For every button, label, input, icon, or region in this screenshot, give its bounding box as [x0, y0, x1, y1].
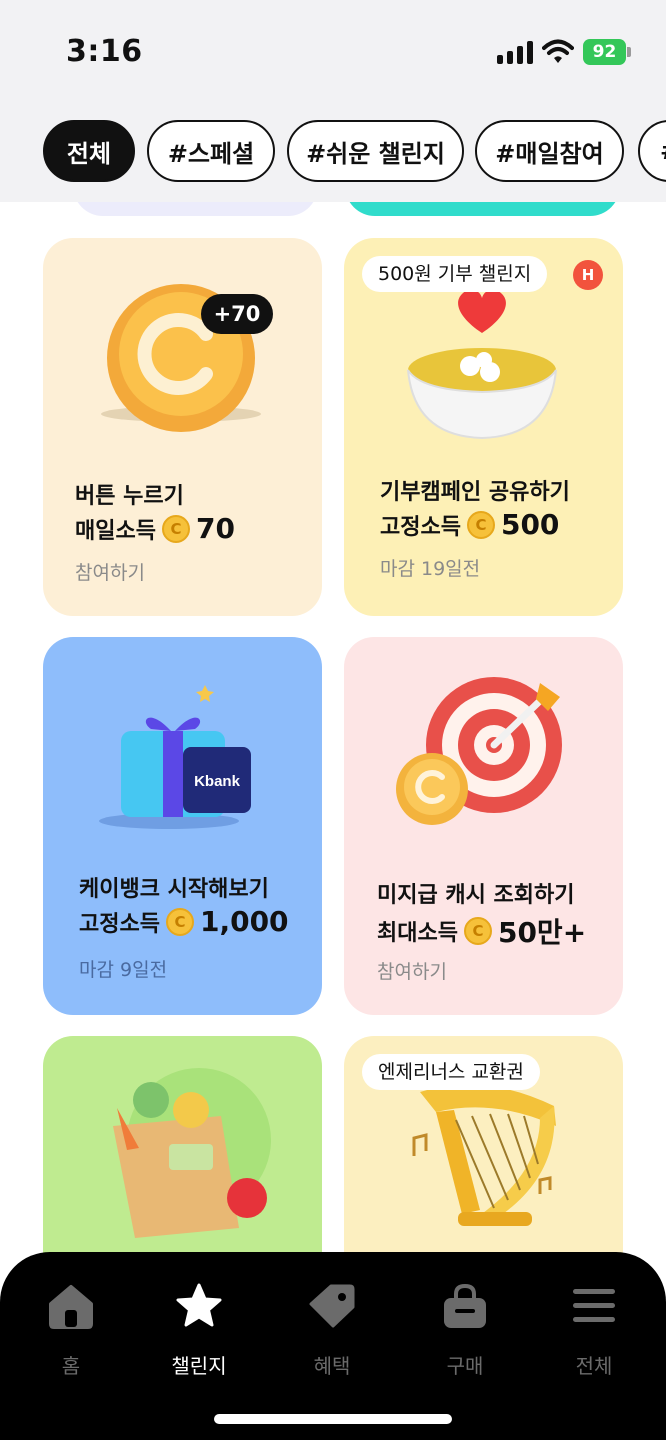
filter-chip-all[interactable]: 전체	[43, 120, 135, 182]
income-amount: 500	[500, 508, 560, 541]
card-income: 고정소득 C 500	[380, 508, 559, 541]
nav-item-benefit[interactable]: 혜택	[277, 1282, 387, 1382]
gift-box-icon: Kbank	[99, 685, 251, 829]
hot-badge: H	[573, 260, 603, 290]
battery-icon: 92	[583, 39, 631, 65]
card-title: 기부캠페인 공유하기	[380, 480, 570, 505]
filter-chip-easy-challenge[interactable]: #쉬운 챌린지	[287, 120, 464, 182]
grocery-bag-icon	[113, 1068, 271, 1238]
card-status: 마감 9일전	[79, 959, 168, 981]
home-indicator[interactable]	[214, 1414, 452, 1424]
reward-badge: +70	[201, 294, 273, 334]
cellular-signal-icon	[497, 40, 533, 64]
nav-label: 구매	[446, 1354, 484, 1378]
wifi-icon	[542, 38, 574, 66]
card-status: 참여하기	[75, 562, 145, 584]
nav-label: 혜택	[313, 1354, 351, 1378]
income-amount: 70	[195, 512, 235, 545]
income-amount: 50만+	[497, 916, 587, 949]
status-time: 3:16	[66, 34, 143, 69]
cash-coin-icon: C	[165, 907, 194, 936]
card-title: 미지급 캐시 조회하기	[377, 883, 575, 908]
income-label: 최대소득	[377, 921, 458, 946]
card-status: 참여하기	[377, 961, 447, 983]
filter-chip-special[interactable]: #스페셜	[147, 120, 275, 182]
challenge-card-button-press[interactable]: +70 버튼 누르기 매일소득 C 70 참여하기	[43, 238, 322, 616]
nav-item-challenge[interactable]: 챌린지	[144, 1282, 254, 1382]
bottom-navigation: 홈 챌린지 혜택 구매 전체	[0, 1252, 666, 1440]
nav-label: 전체	[575, 1354, 613, 1378]
kbank-logo: Kbank	[194, 773, 241, 790]
card-income: 고정소득 C 1,000	[79, 905, 289, 938]
card-title: 케이뱅크 시작해보기	[79, 877, 269, 902]
nav-item-home[interactable]: 홈	[16, 1282, 126, 1382]
income-label: 매일소득	[75, 518, 156, 544]
tag-icon	[309, 1284, 355, 1328]
nav-label: 챌린지	[171, 1354, 227, 1378]
card-tag: 엔제리너스 교환권	[362, 1054, 540, 1090]
status-bar: 3:16 92	[0, 0, 666, 110]
card-income: 최대소득 C 50만+	[377, 911, 586, 951]
challenge-card-angelinus-voucher[interactable]: 엔제리너스 교환권	[344, 1036, 623, 1262]
challenge-card-donation-share[interactable]: 500원 기부 챌린지 H 기부캠페인 공유하기 고정소득 C 500 마감 1…	[344, 238, 623, 616]
previous-card-edge	[345, 202, 620, 216]
target-icon	[396, 677, 562, 825]
previous-card-edge	[73, 202, 318, 216]
income-label: 고정소득	[380, 514, 461, 540]
challenge-card-kbank[interactable]: Kbank 케이뱅크 시작해보기 고정소득 C 1,000 마감 9일전	[43, 637, 322, 1015]
home-icon	[49, 1285, 93, 1329]
challenge-card-unpaid-cash[interactable]: 미지급 캐시 조회하기 최대소득 C 50만+ 참여하기	[344, 637, 623, 1015]
shopping-bag-icon	[444, 1283, 486, 1328]
filter-chip-daily[interactable]: #매일참여	[475, 120, 624, 182]
cash-coin-icon: C	[463, 917, 492, 945]
challenge-grid: +70 버튼 누르기 매일소득 C 70 참여하기 500원 기부 챌린지 H …	[0, 202, 666, 1262]
nav-label: 홈	[61, 1354, 81, 1378]
card-title: 버튼 누르기	[75, 484, 184, 509]
card-tag: 500원 기부 챌린지	[362, 256, 548, 292]
filter-chip-bar: 전체 #스페셜 #쉬운 챌린지 #매일참여 #	[0, 110, 666, 202]
nav-item-all[interactable]: 전체	[539, 1282, 649, 1382]
challenge-card-grocery[interactable]	[43, 1036, 322, 1262]
cash-coin-icon: C	[161, 514, 190, 543]
menu-icon	[573, 1289, 615, 1322]
income-label: 고정소득	[79, 911, 160, 937]
nav-item-purchase[interactable]: 구매	[410, 1282, 520, 1382]
card-income: 매일소득 C 70	[75, 512, 235, 545]
battery-level: 92	[583, 39, 626, 65]
filter-chip-more[interactable]: #	[638, 120, 666, 182]
card-status: 마감 19일전	[380, 558, 481, 580]
cash-coin-icon: C	[466, 510, 495, 539]
income-amount: 1,000	[199, 905, 289, 938]
coin-icon	[101, 284, 261, 432]
star-icon	[176, 1283, 222, 1327]
